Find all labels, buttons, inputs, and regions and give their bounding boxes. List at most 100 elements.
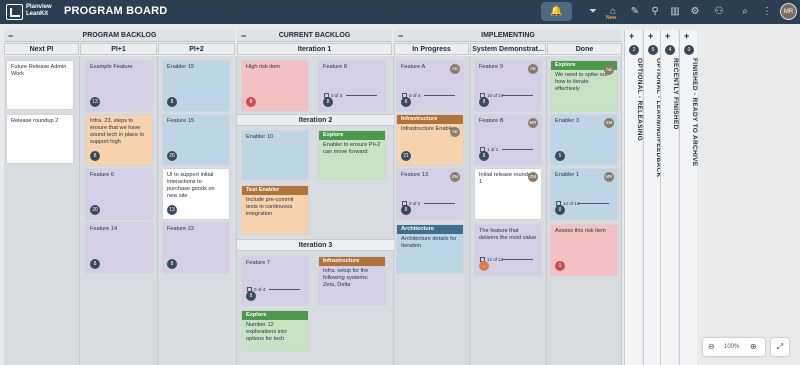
- expand-icon[interactable]: +: [684, 31, 689, 41]
- bell-icon: 🔔: [550, 6, 563, 17]
- card-feature-a[interactable]: Feature A AE 0 of 48: [397, 61, 463, 111]
- size-badge: 13: [167, 205, 177, 215]
- assignee-avatar[interactable]: AE: [450, 127, 460, 137]
- assignee-avatar[interactable]: ZM: [604, 118, 614, 128]
- column-finished-archive[interactable]: +0 FINISHED - READY TO ARCHIVE: [679, 30, 698, 365]
- card-feature-8[interactable]: Feature 80 of 38: [319, 61, 385, 111]
- card-release-roundup-2[interactable]: Release roundup 2: [7, 115, 73, 163]
- collapse-icon[interactable]: −: [8, 30, 13, 42]
- size-badge: 20: [90, 205, 100, 215]
- search-icon[interactable]: ⌕: [738, 2, 752, 21]
- collapse-icon[interactable]: −: [241, 30, 246, 42]
- column-header-iteration1[interactable]: Iteration 1: [237, 43, 392, 55]
- assignee-avatar[interactable]: ZM: [450, 172, 460, 182]
- card-feature-9[interactable]: Feature 9 AE 10 of 10 8: [475, 61, 541, 111]
- lane-header-iteration3[interactable]: Iteration 3: [237, 239, 394, 251]
- task-progress: 14 of 14: [556, 201, 609, 206]
- card-high-risk-item[interactable]: High risk item 8: [242, 61, 308, 111]
- size-badge: 20: [167, 151, 177, 161]
- card-enabler-15[interactable]: Enabler 15 8: [163, 61, 229, 111]
- task-progress: 10 of 10: [480, 93, 533, 98]
- leankit-logo-icon[interactable]: [6, 4, 23, 20]
- section-current-backlog[interactable]: − CURRENT BACKLOG: [237, 30, 392, 42]
- card-enabler-3[interactable]: Enabler 3 ZM 5: [551, 115, 617, 165]
- card-explore-number-12[interactable]: Explore Number 12 explorations into optio…: [242, 311, 308, 351]
- card-feature-13[interactable]: Feature 13 ZM 0 of 28: [397, 169, 463, 219]
- zoom-in-icon[interactable]: ⊕: [750, 338, 757, 356]
- board-title[interactable]: PROGRAM BOARD: [64, 5, 167, 17]
- column-header-next-pi[interactable]: Next PI: [4, 43, 79, 55]
- arrow-right-icon[interactable]: →: [479, 261, 489, 271]
- card-ui-support[interactable]: UI to support initial interactions to pu…: [163, 169, 229, 219]
- notifications-button[interactable]: 🔔: [541, 2, 572, 21]
- more-menu-icon[interactable]: ⋮: [760, 2, 774, 21]
- edit-board-icon[interactable]: ✎: [628, 2, 642, 21]
- assignee-avatar[interactable]: AE: [528, 64, 538, 74]
- size-badge: 5: [555, 151, 565, 161]
- size-badge: 8: [246, 97, 256, 107]
- column-header-done[interactable]: Done: [547, 43, 622, 55]
- card-feature-22[interactable]: Feature 22 8: [163, 223, 229, 273]
- zoom-level: 100%: [724, 344, 740, 350]
- task-progress: 0 of 3: [324, 93, 377, 98]
- card-architecture-details[interactable]: Architecture Architecture details for Ite…: [397, 225, 463, 273]
- expand-icon[interactable]: +: [665, 31, 670, 41]
- card-feature-b[interactable]: Feature B MR 1 of 18: [475, 115, 541, 165]
- column-optional-releasing[interactable]: +2 OPTIONAL - RELEASING: [624, 30, 643, 365]
- card-most-value-feature[interactable]: The feature that delivers the most value…: [475, 225, 541, 275]
- filter-icon[interactable]: ⏷: [586, 2, 600, 21]
- assignee-avatar[interactable]: MR: [528, 118, 538, 128]
- card-test-enabler[interactable]: Test Enabler Include pre-commit tests in …: [242, 186, 308, 234]
- column-header-pi1[interactable]: PI+1: [80, 43, 157, 55]
- zoom-out-icon[interactable]: ⊖: [708, 338, 715, 356]
- task-progress: 0 of 4: [247, 287, 300, 292]
- card-feature-7[interactable]: Feature 70 of 48: [242, 257, 308, 305]
- size-badge: 8: [246, 291, 256, 301]
- assignee-avatar[interactable]: AE: [604, 65, 614, 75]
- card-explore-spike[interactable]: Explore We need to spike out how to itera…: [551, 61, 617, 111]
- card-infrastructure-enabler[interactable]: Infrastructure Infrastructure Enabler AE 21: [397, 115, 463, 165]
- column-optional-learning[interactable]: +5 OPTIONAL - LEARNING/FEEDBACK: [643, 30, 662, 365]
- card-initial-release-roundup[interactable]: Initial release roundup 1 ZM: [475, 169, 541, 219]
- column-header-in-progress[interactable]: In Progress: [394, 43, 469, 55]
- collapse-icon[interactable]: −: [398, 30, 403, 42]
- size-badge: 21: [401, 151, 411, 161]
- expand-icon[interactable]: +: [629, 31, 634, 41]
- card-infra-23[interactable]: Infra. 23, steps to ensure that we have …: [86, 115, 152, 165]
- column-header-pi2[interactable]: PI+2: [158, 43, 235, 55]
- column-header-system-demo[interactable]: System Demonstrat...: [470, 43, 546, 55]
- assignee-avatar[interactable]: MR: [604, 172, 614, 182]
- lane-header-iteration2[interactable]: Iteration 2: [237, 114, 394, 126]
- assignee-avatar[interactable]: AE: [450, 64, 460, 74]
- search-people-icon[interactable]: ⚲: [648, 2, 662, 21]
- task-progress: 12 of 12: [480, 257, 533, 262]
- size-badge: 8: [401, 205, 411, 215]
- card-feature-14[interactable]: Feature 14 8: [86, 223, 152, 273]
- card-enabler-1[interactable]: Enabler 1 MR 14 of 14 8: [551, 169, 617, 219]
- card-future-release-admin[interactable]: Future Release Admin Work: [7, 61, 73, 109]
- section-program-backlog[interactable]: − PROGRAM BACKLOG: [4, 30, 235, 42]
- card-infra-setup[interactable]: Infrastructure Infra. setup for the follo…: [319, 257, 385, 305]
- card-enabler-10[interactable]: Enabler 10: [242, 131, 308, 179]
- size-badge: 8: [401, 97, 411, 107]
- gear-icon[interactable]: ⚙: [688, 2, 702, 21]
- size-badge: 8: [323, 97, 333, 107]
- card-example-feature[interactable]: Example Feature 13: [86, 61, 152, 111]
- bar-chart-icon[interactable]: ▥: [668, 2, 682, 21]
- card-assess-risk[interactable]: Assess this risk item 1: [551, 225, 617, 275]
- section-implementing[interactable]: − IMPLEMENTING: [394, 30, 622, 42]
- fit-screen-icon[interactable]: ⤢: [771, 338, 789, 356]
- count-badge: 4: [665, 45, 675, 55]
- column-recently-finished[interactable]: +4 RECENTLY FINISHED: [660, 30, 679, 365]
- size-badge: 8: [167, 259, 177, 269]
- card-feature-6[interactable]: Feature 6 20: [86, 169, 152, 219]
- task-progress: 0 of 2: [402, 201, 455, 206]
- card-explore-enabler[interactable]: Explore Enabler to ensure PI+2 can move f…: [319, 131, 385, 179]
- task-progress: 1 of 1: [480, 147, 533, 152]
- add-user-icon[interactable]: ⚇: [712, 2, 726, 21]
- user-avatar[interactable]: MR: [780, 3, 797, 20]
- card-feature-15[interactable]: Feature 15 20: [163, 115, 229, 165]
- count-badge: 2: [629, 45, 639, 55]
- assignee-avatar[interactable]: ZM: [528, 172, 538, 182]
- expand-icon[interactable]: +: [648, 31, 653, 41]
